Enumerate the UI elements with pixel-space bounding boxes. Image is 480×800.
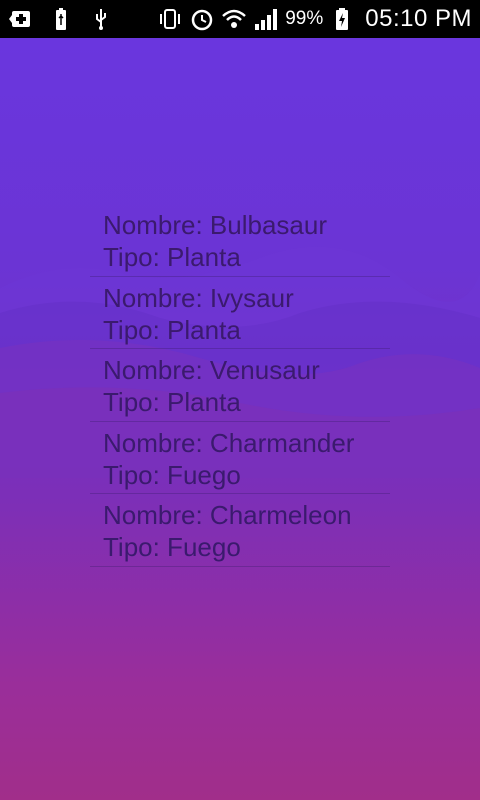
list-item[interactable]: Nombre: Charmeleon Tipo: Fuego: [90, 494, 390, 567]
usb-battery-icon: [48, 6, 74, 32]
pokemon-type: Tipo: Planta: [103, 314, 241, 345]
battery-charging-icon: [329, 6, 355, 32]
list-item[interactable]: Nombre: Ivysaur Tipo: Planta: [90, 277, 390, 349]
list-item[interactable]: Nombre: Bulbasaur Tipo: Planta: [90, 204, 390, 277]
pokemon-type: Tipo: Fuego: [103, 532, 241, 562]
app-background: Nombre: Bulbasaur Tipo: Planta Nombre: I…: [0, 38, 480, 800]
signal-icon: [253, 6, 279, 32]
status-bar: 99% 05:10 PM: [0, 0, 480, 38]
list-item[interactable]: Nombre: Venusaur Tipo: Planta: [90, 349, 390, 422]
pokemon-name: Nombre: Venusaur: [103, 355, 320, 385]
status-time: 05:10 PM: [365, 5, 472, 32]
battery-percent: 99%: [285, 8, 324, 29]
pokemon-type: Tipo: Fuego: [103, 459, 241, 490]
pokemon-type: Tipo: Planta: [103, 242, 241, 272]
pokemon-name: Nombre: Ivysaur: [103, 282, 294, 313]
wifi-icon: [221, 6, 247, 32]
usb-icon: [88, 6, 114, 32]
vibrate-icon: [157, 6, 183, 32]
pokemon-name: Nombre: Bulbasaur: [103, 210, 327, 240]
pokemon-type: Tipo: Planta: [103, 387, 241, 417]
pokemon-list: Nombre: Bulbasaur Tipo: Planta Nombre: I…: [90, 204, 390, 567]
pokemon-name: Nombre: Charmeleon: [103, 500, 352, 530]
pokemon-name: Nombre: Charmander: [103, 427, 355, 458]
list-item[interactable]: Nombre: Charmander Tipo: Fuego: [90, 422, 390, 494]
first-aid-icon: [8, 6, 34, 32]
alarm-icon: [189, 6, 215, 32]
